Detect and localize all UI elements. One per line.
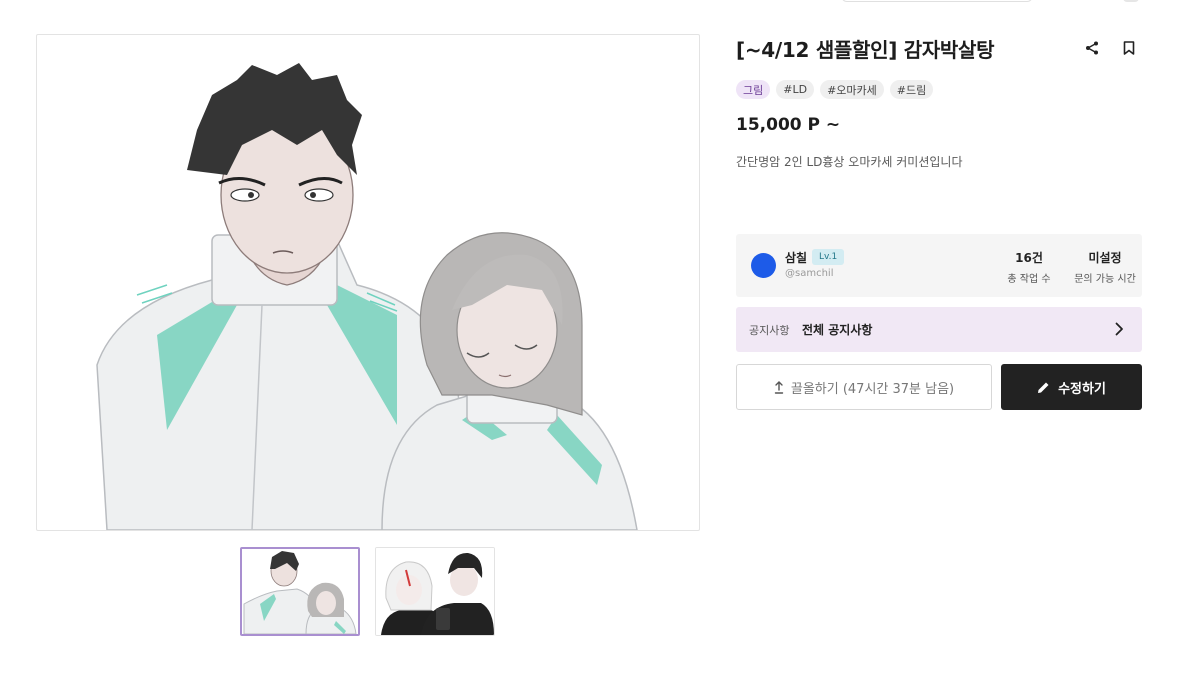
notice-label: 공지사항 xyxy=(749,324,790,337)
stat-value: 16건 xyxy=(1015,251,1043,265)
header-icon-edge xyxy=(1123,0,1139,2)
bookmark-icon[interactable] xyxy=(1119,38,1139,58)
product-price: 15,000 P ~ xyxy=(736,115,841,135)
notice-bar[interactable]: 공지사항 전체 공지사항 xyxy=(736,307,1142,352)
tag-list: 그림 #LD #오마카세 #드림 xyxy=(736,80,934,99)
tag-hashtag[interactable]: #드림 xyxy=(889,80,934,99)
gallery-thumbnail-2[interactable] xyxy=(375,547,495,636)
stat-total-works: 16건 총 작업 수 xyxy=(1002,249,1056,285)
stat-label: 총 작업 수 xyxy=(1007,274,1051,285)
stat-inquiry-hours: 미설정 문의 가능 시간 xyxy=(1071,249,1139,285)
gallery-thumbnail-1[interactable] xyxy=(240,547,360,636)
search-bar-edge xyxy=(841,0,1033,2)
pull-up-button[interactable]: 끌올하기 (47시간 37분 남음) xyxy=(736,364,992,410)
creator-profile-card[interactable]: 삼칠 Lv.1 @samchil 16건 총 작업 수 미설정 문의 가능 시간 xyxy=(736,234,1142,297)
edit-label: 수정하기 xyxy=(1058,381,1106,397)
product-title: [~4/12 샘플할인] 감자박살탕 xyxy=(736,38,995,62)
creator-name[interactable]: 삼칠 xyxy=(785,249,807,266)
pencil-icon xyxy=(1038,382,1049,393)
arrow-up-icon xyxy=(774,380,784,394)
stat-value: 미설정 xyxy=(1088,251,1122,265)
tag-hashtag[interactable]: #오마카세 xyxy=(820,80,884,99)
level-badge: Lv.1 xyxy=(812,249,845,265)
notice-text: 전체 공지사항 xyxy=(802,323,873,337)
share-icon[interactable] xyxy=(1082,38,1102,58)
tag-category[interactable]: 그림 xyxy=(736,80,771,99)
tag-hashtag[interactable]: #LD xyxy=(776,80,815,99)
creator-handle: @samchil xyxy=(785,268,834,279)
product-description: 간단명암 2인 LD흉상 오마카세 커미션입니다 xyxy=(736,155,963,169)
stat-label: 문의 가능 시간 xyxy=(1074,274,1136,285)
edit-button[interactable]: 수정하기 xyxy=(1001,364,1142,410)
pull-up-label: 끌올하기 (47시간 37분 남음) xyxy=(790,381,955,397)
main-product-image xyxy=(36,34,700,531)
avatar[interactable] xyxy=(751,253,776,278)
chevron-right-icon xyxy=(1115,322,1123,336)
